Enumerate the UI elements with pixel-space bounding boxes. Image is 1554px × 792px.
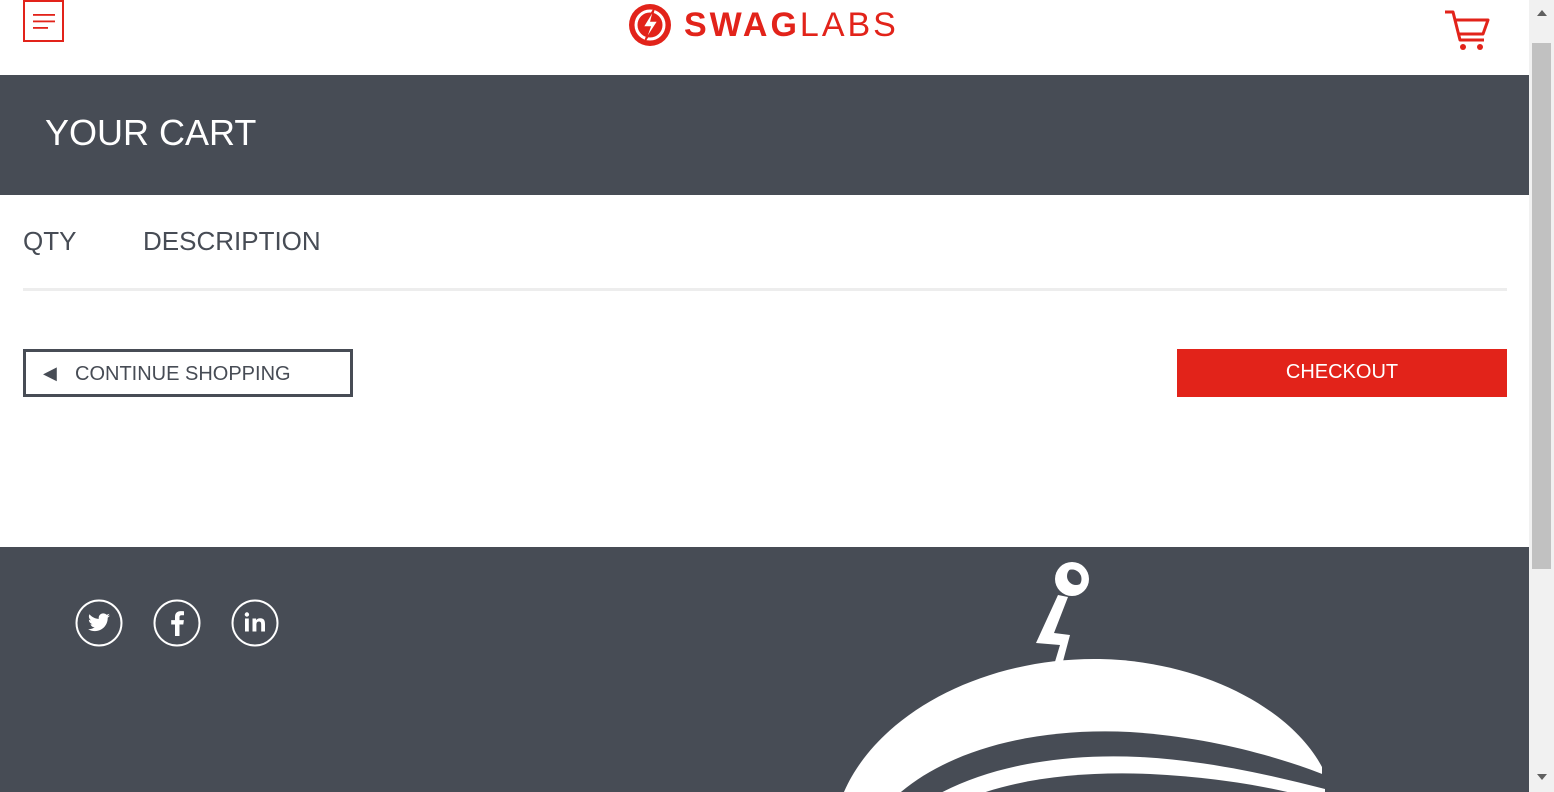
brand-logo: SWAGLABS: [628, 3, 899, 47]
twitter-icon: [75, 599, 123, 647]
column-header-qty: QTY: [23, 226, 77, 256]
brand-name-bold: SWAG: [684, 6, 800, 44]
column-header-description: DESCRIPTION: [143, 226, 321, 256]
footer: [0, 547, 1529, 792]
hamburger-menu-icon: [33, 14, 55, 29]
facebook-icon: [153, 599, 201, 647]
vertical-scrollbar[interactable]: [1529, 0, 1554, 792]
linkedin-link[interactable]: [231, 599, 279, 647]
continue-shopping-label: CONTINUE SHOPPING: [75, 363, 291, 385]
page-title: YOUR CART: [45, 112, 257, 153]
linkedin-icon: [231, 599, 279, 647]
title-bar: YOUR CART: [0, 75, 1529, 195]
twitter-link[interactable]: [75, 599, 123, 647]
brand-name: SWAGLABS: [684, 8, 899, 42]
cart-list-header: QTY DESCRIPTION: [23, 222, 1507, 291]
continue-shopping-button[interactable]: ◀ CONTINUE SHOPPING: [23, 349, 353, 397]
robot-mascot-icon: [844, 562, 1330, 792]
page: SWAGLABS YOUR CART QTY DESCRIPTION ◀ CON…: [0, 0, 1554, 792]
back-arrow-icon: ◀: [43, 363, 57, 383]
scroll-up-arrow-icon[interactable]: [1537, 10, 1547, 16]
menu-button[interactable]: [23, 0, 64, 42]
viewport: SWAGLABS YOUR CART QTY DESCRIPTION ◀ CON…: [0, 0, 1529, 792]
checkout-button[interactable]: CHECKOUT: [1177, 349, 1507, 397]
scrollbar-thumb[interactable]: [1532, 43, 1551, 569]
bolt-logo-icon: [629, 4, 671, 46]
scroll-down-arrow-icon[interactable]: [1537, 774, 1547, 780]
shopping-cart-icon: [1445, 10, 1490, 50]
facebook-link[interactable]: [153, 599, 201, 647]
brand-name-light: LABS: [799, 6, 899, 44]
cart-button[interactable]: [1442, 8, 1492, 54]
checkout-label: CHECKOUT: [1285, 361, 1399, 383]
header: SWAGLABS: [0, 0, 1529, 75]
